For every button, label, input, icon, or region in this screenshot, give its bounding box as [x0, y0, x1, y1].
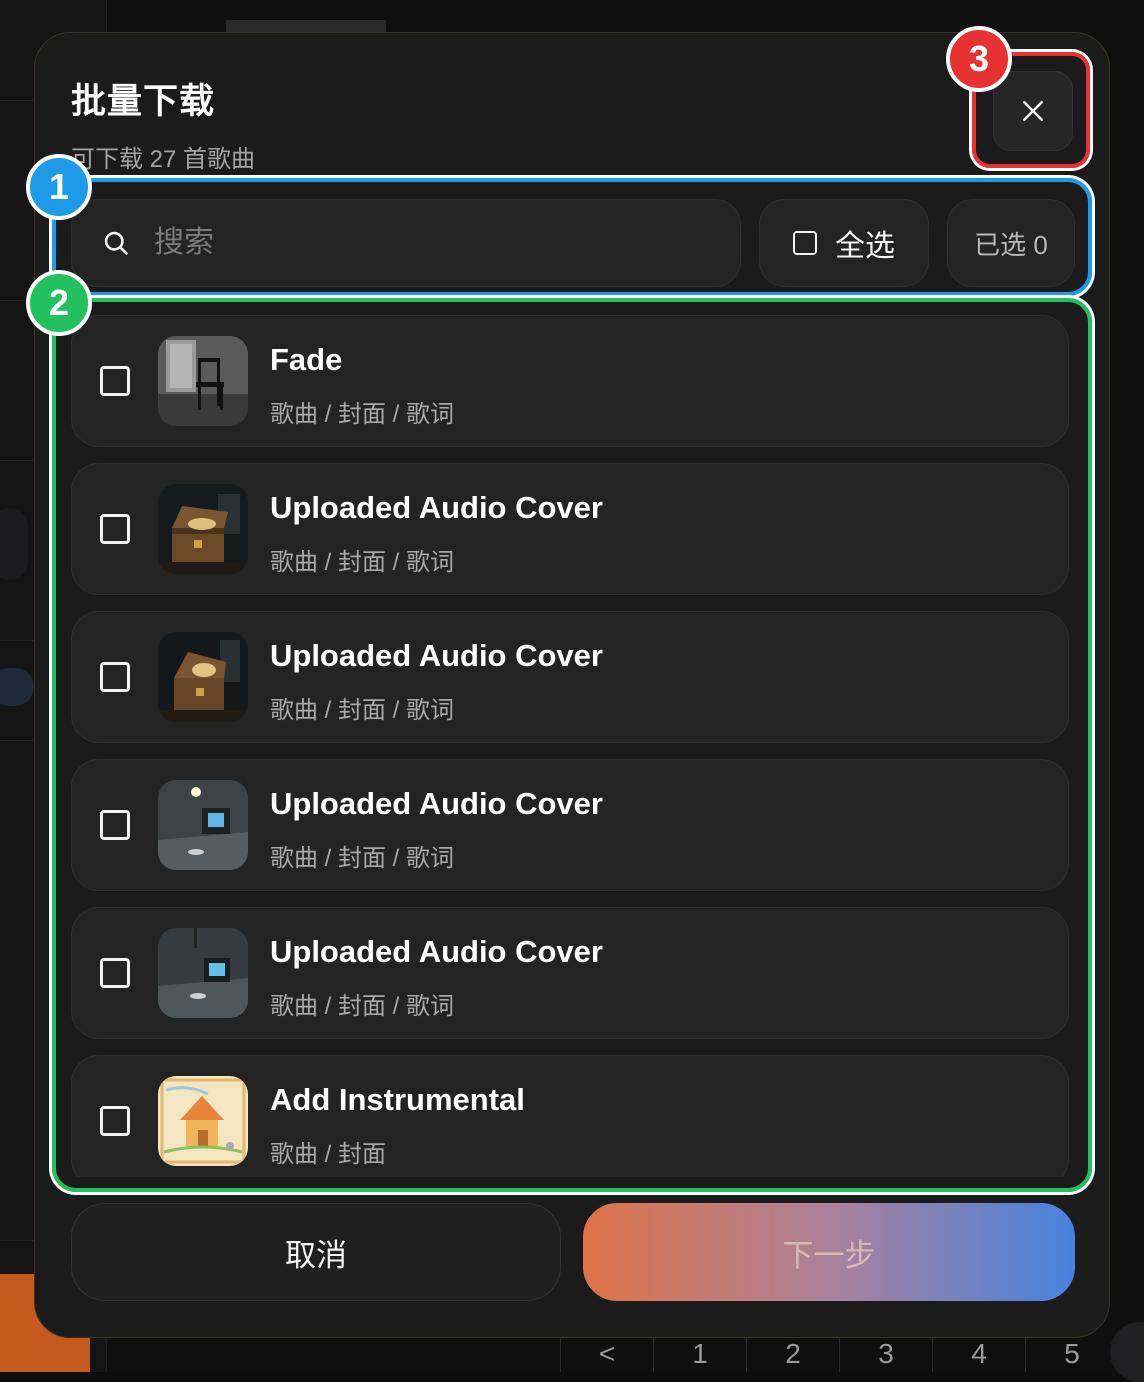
song-checkbox[interactable] [100, 958, 130, 988]
search-field[interactable] [71, 199, 741, 287]
song-item[interactable]: Add Instrumental 歌曲 / 封面 [71, 1055, 1069, 1177]
annotation-badge-1: 1 [26, 154, 92, 220]
annotation-badge-2: 2 [26, 270, 92, 336]
song-cover-thumbnail [158, 632, 248, 722]
song-cover-thumbnail [158, 1076, 248, 1166]
song-assets: 歌曲 / 封面 / 歌词 [270, 401, 455, 428]
select-all-button[interactable]: 全选 [759, 199, 929, 287]
song-title: Uploaded Audio Cover [270, 786, 603, 821]
background-pagination: < 1 2 3 4 5 [560, 1336, 1118, 1372]
selected-count-badge: 已选 0 [947, 199, 1075, 287]
song-title: Uploaded Audio Cover [270, 934, 603, 969]
dialog-subtitle: 可下载 27 首歌曲 [71, 146, 256, 173]
song-title: Uploaded Audio Cover [270, 490, 603, 525]
search-input[interactable] [152, 225, 740, 261]
song-assets: 歌曲 / 封面 / 歌词 [270, 697, 455, 724]
song-assets: 歌曲 / 封面 [270, 1141, 387, 1168]
close-icon [1023, 101, 1043, 121]
song-checkbox[interactable] [100, 514, 130, 544]
next-step-button[interactable]: 下一步 [583, 1203, 1075, 1301]
pagination-page-3: 3 [839, 1336, 932, 1372]
pagination-page-4: 4 [932, 1336, 1025, 1372]
song-title: Uploaded Audio Cover [270, 638, 603, 673]
song-checkbox[interactable] [100, 366, 130, 396]
song-list[interactable]: Fade 歌曲 / 封面 / 歌词 Uploaded Audio Cover 歌… [71, 315, 1069, 1177]
batch-download-dialog: 批量下载 可下载 27 首歌曲 全选 已选 0 [34, 32, 1110, 1338]
song-cover-thumbnail [158, 484, 248, 574]
close-button[interactable] [993, 71, 1073, 151]
song-cover-thumbnail [158, 780, 248, 870]
background-pill [0, 508, 28, 580]
song-checkbox[interactable] [100, 810, 130, 840]
song-assets: 歌曲 / 封面 / 歌词 [270, 845, 455, 872]
song-title: Fade [270, 342, 343, 377]
pagination-prev: < [560, 1336, 653, 1372]
song-assets: 歌曲 / 封面 / 歌词 [270, 549, 455, 576]
song-checkbox[interactable] [100, 662, 130, 692]
song-item[interactable]: Uploaded Audio Cover 歌曲 / 封面 / 歌词 [71, 463, 1069, 595]
dialog-title: 批量下载 [71, 82, 216, 121]
select-all-checkbox[interactable] [793, 231, 817, 255]
song-assets: 歌曲 / 封面 / 歌词 [270, 993, 455, 1020]
song-cover-thumbnail [158, 336, 248, 426]
annotation-badge-3: 3 [946, 26, 1012, 92]
song-item[interactable]: Uploaded Audio Cover 歌曲 / 封面 / 歌词 [71, 759, 1069, 891]
select-all-label: 全选 [835, 230, 895, 263]
search-icon [104, 231, 128, 255]
pagination-page-2: 2 [746, 1336, 839, 1372]
pagination-page-5: 5 [1025, 1336, 1118, 1372]
song-item[interactable]: Uploaded Audio Cover 歌曲 / 封面 / 歌词 [71, 907, 1069, 1039]
song-item[interactable]: Fade 歌曲 / 封面 / 歌词 [71, 315, 1069, 447]
song-item[interactable]: Uploaded Audio Cover 歌曲 / 封面 / 歌词 [71, 611, 1069, 743]
song-checkbox[interactable] [100, 1106, 130, 1136]
cancel-button[interactable]: 取消 [71, 1203, 561, 1301]
pagination-page-1: 1 [653, 1336, 746, 1372]
song-cover-thumbnail [158, 928, 248, 1018]
song-title: Add Instrumental [270, 1082, 525, 1117]
